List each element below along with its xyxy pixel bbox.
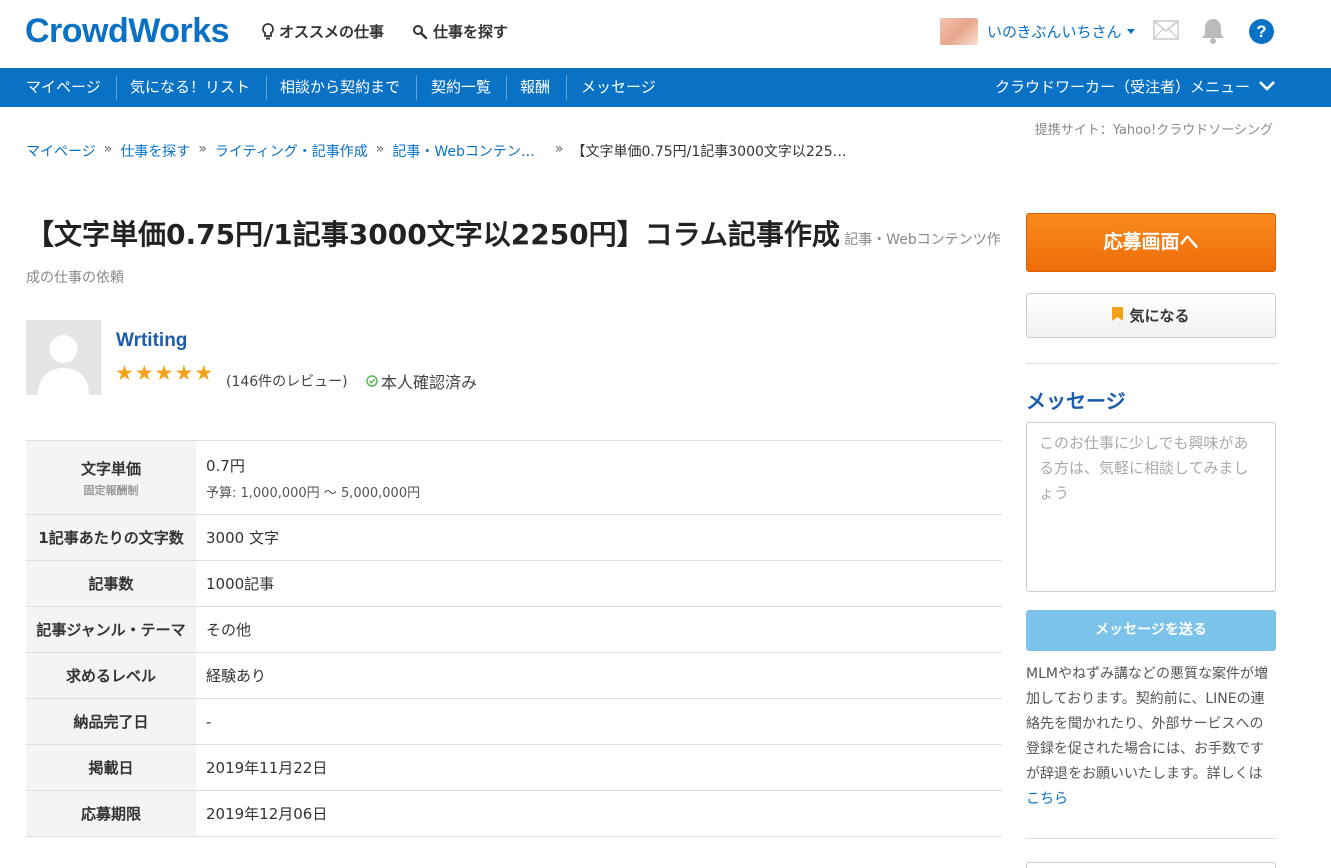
budget-range: 予算: 1,000,000円 〜 5,000,000円 [206, 485, 421, 501]
bookmark-icon [1112, 306, 1124, 325]
row-label: 記事数 [26, 560, 196, 607]
user-menu[interactable]: いのきぶんいちさん [987, 21, 1135, 42]
apply-button[interactable]: 応募画面へ [1026, 213, 1276, 272]
fraud-warning-link[interactable]: こちら [1026, 791, 1068, 807]
job-title-block: 【文字単価0.75円/1記事3000文字以2250円】コラム記事作成 記事・We… [26, 216, 1002, 297]
nav-divider [506, 75, 507, 100]
sidebar-divider [1026, 838, 1276, 839]
send-message-button[interactable]: メッセージを送る [1026, 610, 1276, 651]
breadcrumb-writing[interactable]: ライティング・記事作成 [215, 141, 368, 161]
nav-item-messages[interactable]: メッセージ [581, 68, 656, 107]
row-label: 掲載日 [26, 744, 196, 791]
client-avatar[interactable] [26, 320, 101, 395]
row-label: 納品完了日 [26, 698, 196, 745]
breadcrumb-web-content[interactable]: 記事・Webコンテン… [392, 141, 535, 161]
recommended-jobs-link[interactable]: オススメの仕事 [262, 21, 384, 42]
table-row: 納品完了日 - [26, 698, 1002, 745]
favorite-button[interactable]: 気になる [1026, 293, 1276, 338]
nav-item-consultation[interactable]: 相談から契約まで [280, 68, 400, 107]
chevron-down-icon [1258, 68, 1276, 107]
row-value: その他 [196, 606, 1002, 653]
nav-divider [266, 75, 267, 100]
row-label: 文字単価 固定報酬制 [26, 440, 196, 515]
verified-badge: 本人確認済み [366, 369, 477, 393]
breadcrumb-current: 【文字単価0.75円/1記事3000文字以225… [571, 144, 847, 160]
main-nav: マイページ 気になる！リスト 相談から契約まで 契約一覧 報酬 メッセージ クラ… [0, 68, 1331, 107]
review-count-link[interactable]: (146件のレビュー) [226, 371, 348, 391]
nav-item-rewards[interactable]: 報酬 [520, 68, 550, 107]
breadcrumb-separator: » [375, 141, 385, 157]
breadcrumb-separator: » [103, 141, 113, 157]
message-textarea[interactable] [1026, 422, 1276, 592]
help-icon[interactable]: ? [1249, 19, 1274, 44]
check-circle-icon [366, 372, 378, 391]
table-row: 記事ジャンル・テーマ その他 [26, 606, 1002, 653]
row-label: 応募期限 [26, 790, 196, 837]
fraud-warning: MLMやねずみ講などの悪質な案件が増加しております。契約前に、LINEの連絡先を… [1026, 662, 1276, 812]
table-row: 求めるレベル 経験あり [26, 652, 1002, 699]
client-rating: ★ ★ ★ ★ ★ [115, 362, 213, 384]
job-details-table: 文字単価 固定報酬制 0.7円 予算: 1,000,000円 〜 5,000,0… [26, 440, 1002, 837]
bell-icon[interactable] [1201, 17, 1225, 49]
row-value: 2019年11月22日 [196, 744, 1002, 791]
job-title: 【文字単価0.75円/1記事3000文字以2250円】コラム記事作成 [26, 218, 840, 251]
recommended-jobs-label: オススメの仕事 [279, 23, 385, 41]
table-row: 1記事あたりの文字数 3000 文字 [26, 514, 1002, 561]
username-label: いのきぶんいちさん [987, 23, 1122, 41]
worker-menu[interactable]: クラウドワーカー（受注者）メニュー [995, 68, 1276, 107]
top-header: CrowdWorks オススメの仕事 仕事を探す いのきぶんいちさん ? [0, 0, 1331, 68]
sidebar-next-box [1026, 862, 1276, 868]
nav-item-mypage[interactable]: マイページ [26, 68, 101, 107]
nav-divider [416, 75, 417, 100]
star-icon: ★ [174, 361, 194, 385]
message-section-title: メッセージ [1026, 389, 1126, 413]
table-row: 記事数 1000記事 [26, 560, 1002, 607]
fraud-warning-text: MLMやねずみ講などの悪質な案件が増加しております。契約前に、LINEの連絡先を… [1026, 666, 1268, 782]
search-jobs-label: 仕事を探す [433, 23, 509, 41]
user-avatar[interactable] [940, 18, 978, 45]
search-icon [412, 24, 428, 40]
star-icon: ★ [134, 361, 154, 385]
unit-price-value: 0.7円 [206, 456, 245, 475]
search-jobs-link[interactable]: 仕事を探す [412, 21, 508, 42]
payment-type-label: 固定報酬制 [83, 483, 139, 497]
sidebar-divider [1026, 363, 1276, 364]
row-label: 1記事あたりの文字数 [26, 514, 196, 561]
row-value: 経験あり [196, 652, 1002, 699]
provider-site-note: 提携サイト：Yahoo!クラウドソーシング [1034, 123, 1273, 138]
table-row: 掲載日 2019年11月22日 [26, 744, 1002, 791]
breadcrumb-mypage[interactable]: マイページ [26, 141, 96, 161]
row-value: - [196, 698, 1002, 745]
crowdworks-logo[interactable]: CrowdWorks [25, 12, 230, 51]
unit-price-label: 文字単価 [80, 459, 141, 478]
row-label: 記事ジャンル・テーマ [26, 606, 196, 653]
lightbulb-icon [262, 22, 274, 41]
breadcrumb-separator: » [198, 141, 207, 157]
mail-icon[interactable] [1153, 20, 1179, 44]
nav-item-contracts[interactable]: 契約一覧 [431, 68, 491, 107]
client-name[interactable]: Wrtiting [116, 330, 187, 352]
favorite-label: 気になる [1129, 307, 1190, 325]
row-value: 2019年12月06日 [196, 790, 1002, 837]
breadcrumb: マイページ » 仕事を探す » ライティング・記事作成 » 記事・Webコンテン… [26, 141, 847, 161]
row-value: 1000記事 [196, 560, 1002, 607]
nav-divider [566, 75, 567, 100]
table-row: 文字単価 固定報酬制 0.7円 予算: 1,000,000円 〜 5,000,0… [26, 440, 1002, 515]
nav-divider [116, 75, 117, 100]
table-row: 応募期限 2019年12月06日 [26, 790, 1002, 837]
worker-menu-label: クラウドワーカー（受注者）メニュー [994, 78, 1250, 96]
star-icon: ★ [154, 361, 174, 385]
star-icon: ★ [115, 361, 134, 385]
star-icon: ★ [194, 361, 214, 385]
nav-item-favorites[interactable]: 気になる！リスト [130, 68, 250, 107]
breadcrumb-search-jobs[interactable]: 仕事を探す [120, 141, 190, 161]
row-value: 3000 文字 [196, 514, 1002, 561]
breadcrumb-separator: » [554, 141, 564, 157]
row-value: 0.7円 予算: 1,000,000円 〜 5,000,000円 [196, 440, 1002, 515]
verified-label: 本人確認済み [381, 373, 478, 392]
chevron-down-icon [1126, 29, 1135, 34]
row-label: 求めるレベル [26, 652, 196, 699]
